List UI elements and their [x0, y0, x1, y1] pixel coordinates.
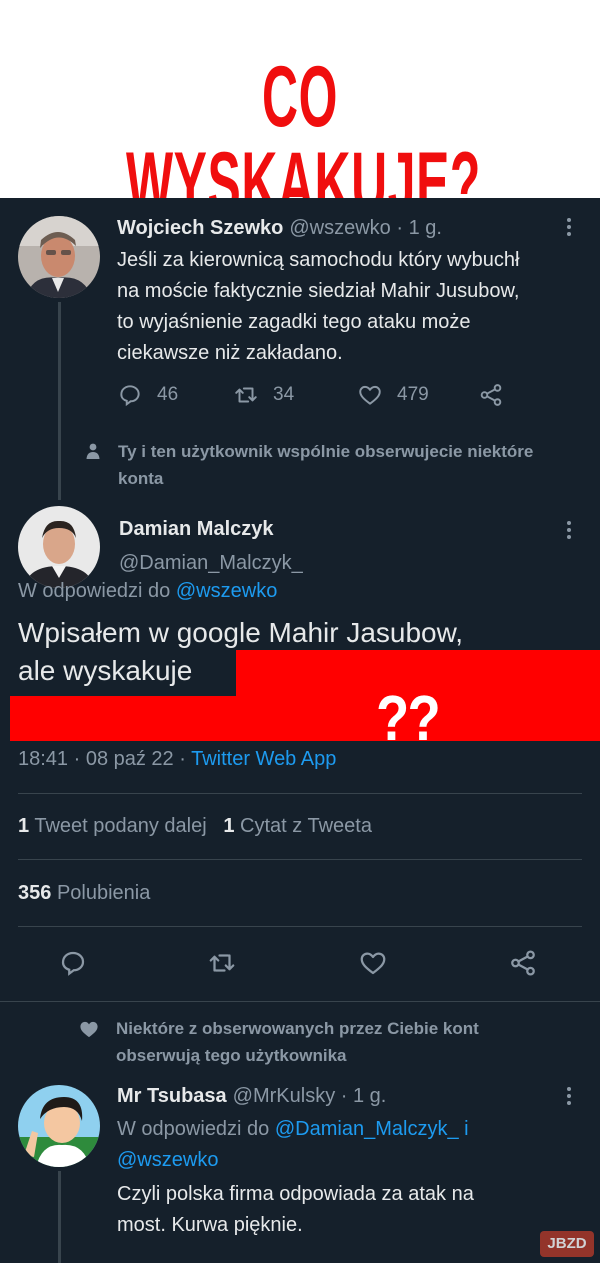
timestamp-text[interactable]: 18:41 · 08 paź 22 ·	[18, 748, 186, 770]
retweet-count: 34	[273, 384, 295, 405]
thread-line	[58, 1171, 61, 1263]
likes-label: Polubienia	[56, 882, 151, 904]
tweet-text-line: Czyli polska firma odpowiada za atak na	[117, 1183, 474, 1205]
quotes-stat[interactable]: 1 Cytat z Tweeta	[223, 815, 372, 837]
likes-count: 356	[18, 882, 52, 904]
main-tweet-author-handle[interactable]: @Damian_Malczyk_	[119, 552, 303, 575]
question-marks-overlay: ??	[376, 682, 441, 754]
retweet-button[interactable]	[207, 948, 251, 978]
twitter-thread: Wojciech Szewko @wszewko · 1 g. Jeśli za …	[0, 198, 600, 1263]
retweet-button[interactable]: 34	[233, 382, 294, 408]
divider	[18, 793, 582, 794]
tweet-timestamp: 18:41 · 08 paź 22 · Twitter Web App	[18, 744, 336, 775]
heart-filled-icon	[80, 1021, 98, 1038]
reply-prefix: W odpowiedzi do	[18, 580, 171, 602]
more-options-icon[interactable]	[565, 1087, 573, 1108]
reply-to-link[interactable]: @wszewko	[117, 1149, 218, 1171]
site-watermark: JBZD	[540, 1231, 594, 1257]
like-button[interactable]	[358, 948, 402, 978]
reply-icon	[61, 951, 85, 976]
divider	[18, 926, 582, 927]
tweet-text-line: na moście faktycznie siedział Mahir Jusu…	[117, 280, 520, 302]
author-name[interactable]: Mr Tsubasa	[117, 1085, 227, 1107]
social-context-line: obserwują tego użytkownika	[116, 1046, 347, 1065]
retweet-icon	[209, 954, 235, 972]
client-link[interactable]: Twitter Web App	[191, 748, 336, 770]
reply-context: W odpowiedzi do @wszewko	[18, 576, 277, 607]
tweet-text-line: to wyjaśnienie zagadki tego ataku może	[117, 311, 471, 333]
social-context-mutual: Ty i ten użytkownik wspólnie obserwujeci…	[118, 438, 533, 492]
retweet-icon	[235, 387, 257, 403]
main-tweet-author-name[interactable]: Damian Malczyk	[119, 518, 274, 541]
share-icon	[511, 950, 535, 976]
reply-to-link[interactable]: @wszewko	[176, 580, 277, 602]
tweet-text-line: Jeśli za kierownicą samochodu który wybu…	[117, 249, 520, 271]
avatar-mr-tsubasa[interactable]	[18, 1085, 100, 1167]
share-button[interactable]	[478, 382, 518, 408]
meme-banner: CO WYSKAKUJE?	[0, 0, 600, 226]
like-count: 479	[397, 384, 429, 405]
reply-context: W odpowiedzi do @Damian_Malczyk_ i @wsze…	[117, 1114, 537, 1176]
reply-to-link[interactable]: @Damian_Malczyk_	[275, 1118, 459, 1140]
reply-tweet-text: Czyli polska firma odpowiada za atak na …	[117, 1179, 474, 1241]
reply-button[interactable]	[58, 948, 102, 978]
social-context-line: Ty i ten użytkownik wspólnie obserwujeci…	[118, 442, 534, 461]
like-button[interactable]: 479	[357, 382, 429, 408]
reply-button[interactable]: 46	[117, 382, 178, 408]
social-context-line: konta	[118, 469, 164, 488]
reply-count: 46	[157, 384, 179, 405]
more-options-icon[interactable]	[565, 218, 573, 239]
retweets-stat[interactable]: 1 Tweet podany dalej	[18, 815, 207, 837]
more-options-icon[interactable]	[565, 521, 573, 542]
heart-icon	[359, 385, 381, 405]
divider	[0, 1001, 600, 1002]
person-icon	[86, 443, 100, 459]
social-context-line: Niektóre z obserwowanych przez Ciebie ko…	[116, 1019, 479, 1038]
author-meta[interactable]: @wszewko · 1 g.	[289, 217, 442, 239]
reply-author[interactable]: Mr Tsubasa @MrKulsky · 1 g.	[117, 1085, 386, 1108]
tweet-text: Jeśli za kierownicą samochodu który wybu…	[117, 245, 519, 369]
avatar-wojciech[interactable]	[18, 216, 100, 298]
social-context-followers: Niektóre z obserwowanych przez Ciebie ko…	[116, 1015, 479, 1069]
engagement-stats: 1 Tweet podany dalej 1 Cytat z Tweeta	[18, 811, 372, 842]
reply-joiner: i	[464, 1118, 469, 1140]
main-tweet-text-line: Wpisałem w google Mahir Jasubow,	[18, 617, 464, 648]
author-name[interactable]: Wojciech Szewko	[117, 217, 283, 239]
reply-prefix: W odpowiedzi do	[117, 1118, 270, 1140]
divider	[18, 859, 582, 860]
tweet-author[interactable]: Wojciech Szewko @wszewko · 1 g.	[117, 217, 442, 240]
redaction-bar-left	[10, 696, 246, 741]
thread-line	[58, 302, 61, 500]
reply-icon	[120, 385, 140, 407]
tweet-text-line: ciekawsze niż zakładano.	[117, 342, 343, 364]
likes-stat[interactable]: 356 Polubienia	[18, 878, 150, 909]
author-meta[interactable]: @MrKulsky · 1 g.	[233, 1085, 387, 1107]
tweet-text-line: most. Kurwa pięknie.	[117, 1214, 303, 1236]
heart-icon	[360, 952, 386, 975]
share-icon	[480, 384, 502, 406]
share-button[interactable]	[508, 948, 552, 978]
